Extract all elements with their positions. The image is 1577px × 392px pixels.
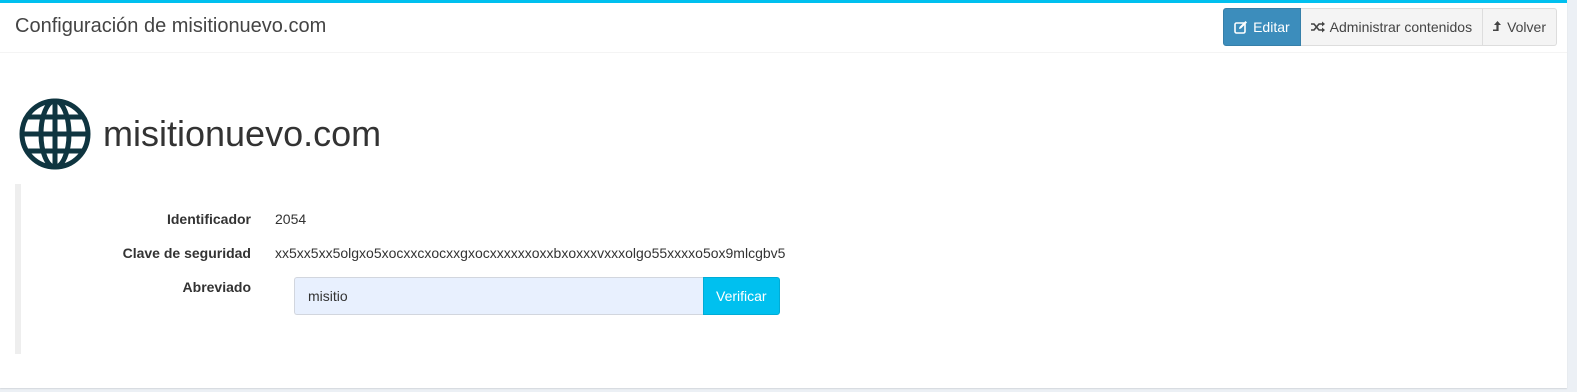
identificador-value: 2054 <box>275 211 307 227</box>
site-config-panel: Configuración de misitionuevo.com Editar… <box>0 0 1567 388</box>
abreviado-label: Abreviado <box>182 279 251 295</box>
globe-icon <box>18 97 92 171</box>
edit-icon <box>1234 20 1248 34</box>
abreviado-input-group: Verificar <box>294 277 780 315</box>
panel-header: Configuración de misitionuevo.com Editar… <box>0 3 1567 53</box>
identificador-label: Identificador <box>166 211 251 227</box>
page-title: Configuración de misitionuevo.com <box>15 15 327 37</box>
edit-button-label: Editar <box>1253 19 1290 35</box>
back-button[interactable]: Volver <box>1483 8 1557 46</box>
abreviado-input[interactable] <box>294 277 703 315</box>
verify-button[interactable]: Verificar <box>703 277 780 315</box>
clave-value: xx5xx5xx5olgxo5xocxxcxocxxgxocxxxxxxoxxb… <box>275 245 786 261</box>
clave-row: Clave de seguridad xx5xx5xx5olgxo5xocxxc… <box>21 245 786 261</box>
back-button-label: Volver <box>1507 19 1546 35</box>
shuffle-icon <box>1310 21 1325 33</box>
abreviado-row: Abreviado <box>21 279 251 295</box>
site-name: misitionuevo.com <box>103 113 382 154</box>
clave-label: Clave de seguridad <box>122 245 251 261</box>
edit-button[interactable]: Editar <box>1223 8 1301 46</box>
level-up-icon <box>1493 21 1502 33</box>
site-heading: misitionuevo.com <box>18 97 381 171</box>
site-details: Identificador 2054 Clave de seguridad xx… <box>15 184 1567 354</box>
header-actions: Editar Administrar contenidos Volver <box>1223 8 1557 46</box>
identificador-row: Identificador 2054 <box>21 211 306 227</box>
manage-contents-button[interactable]: Administrar contenidos <box>1300 8 1484 46</box>
manage-contents-button-label: Administrar contenidos <box>1329 19 1473 35</box>
